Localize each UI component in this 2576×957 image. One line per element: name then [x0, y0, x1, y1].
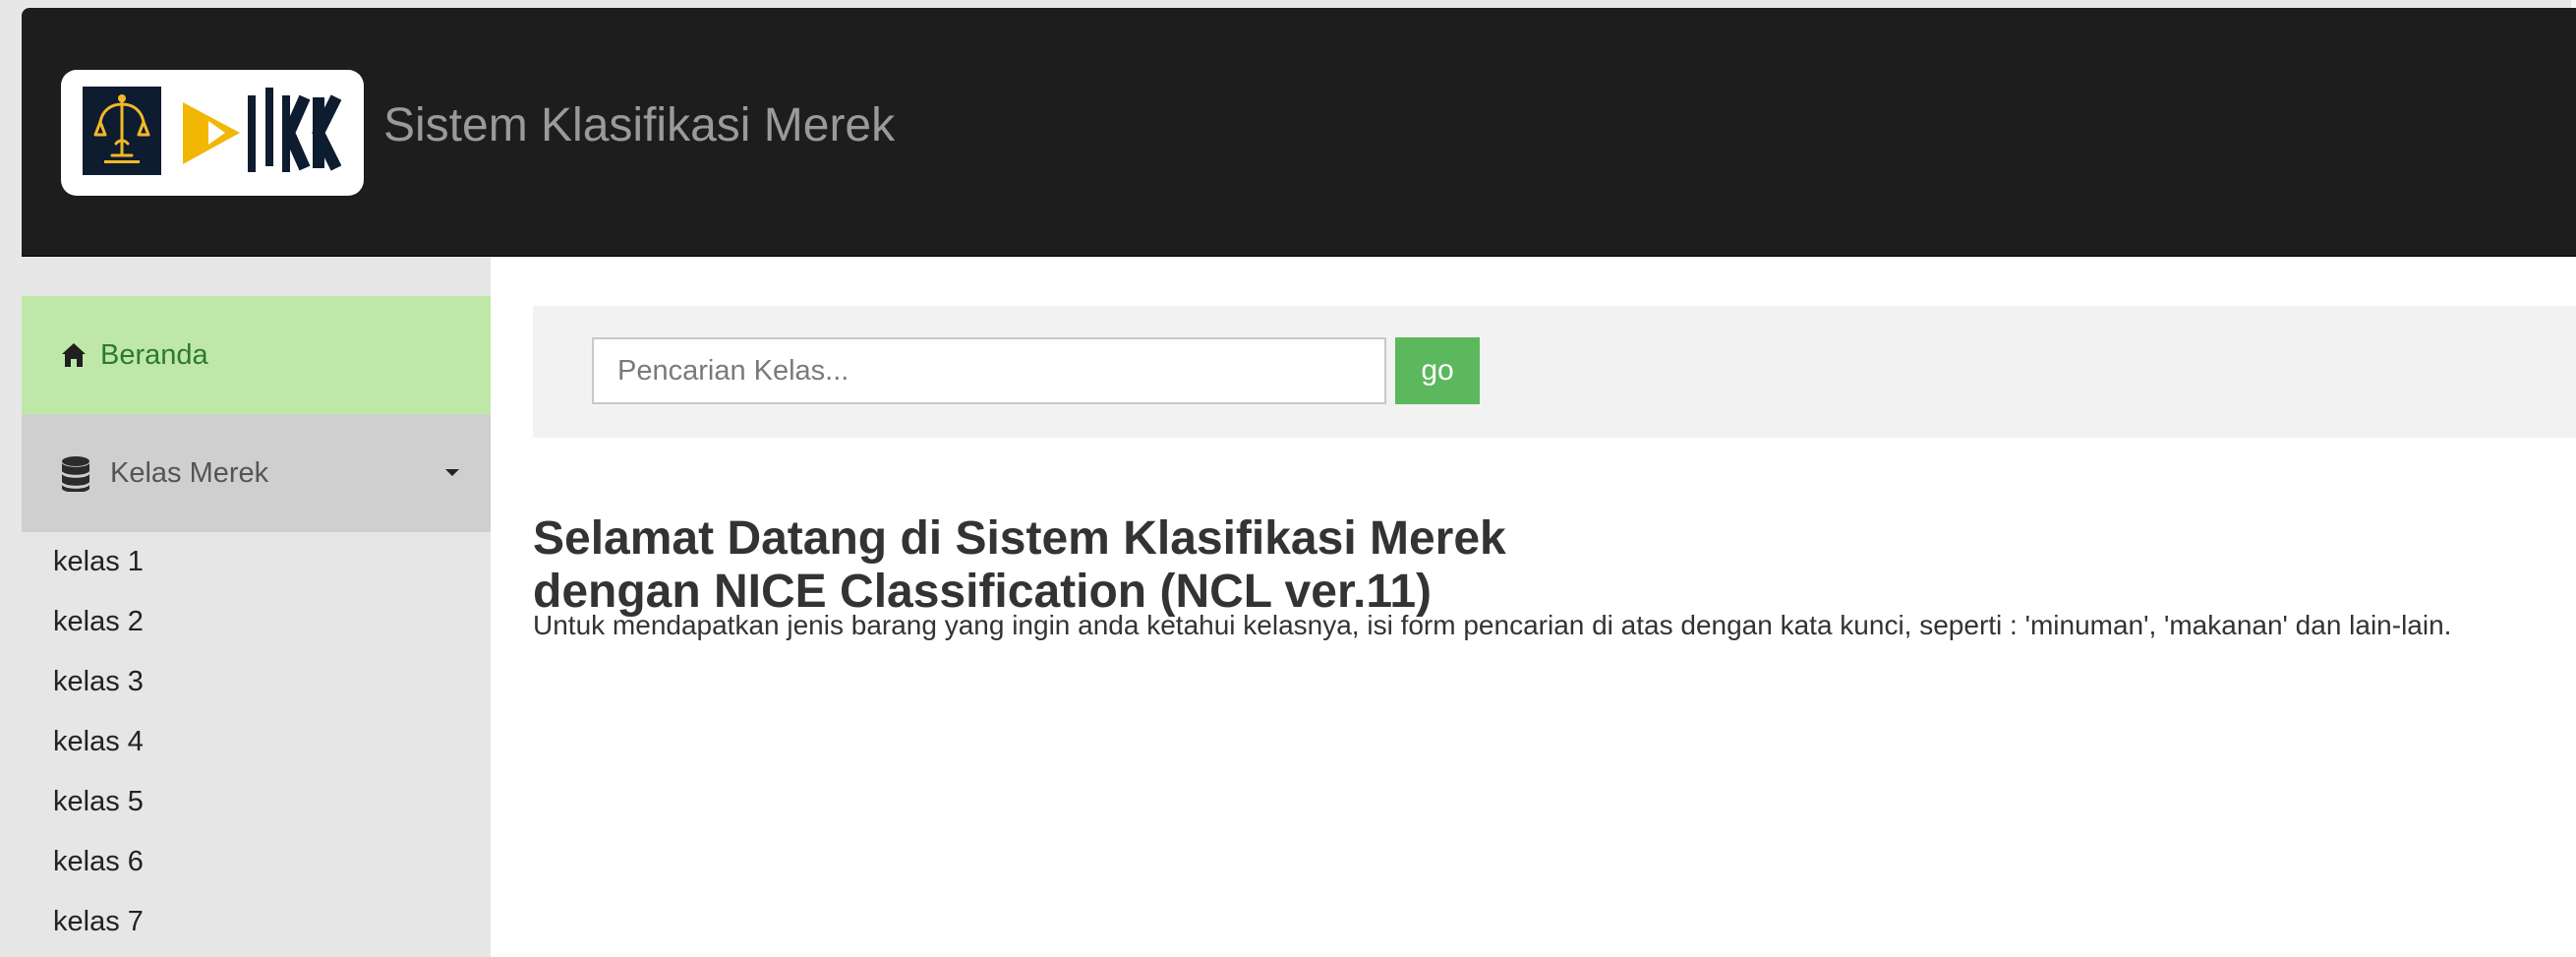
sidebar-item-kelas-7[interactable]: kelas 7 — [53, 892, 144, 952]
dji-logo[interactable] — [61, 70, 364, 196]
sidebar-item-kelas-2[interactable]: kelas 2 — [53, 592, 144, 652]
sidebar-item-kelas-6[interactable]: kelas 6 — [53, 832, 144, 892]
app-title[interactable]: Sistem Klasifikasi Merek — [383, 96, 895, 155]
ministry-emblem-icon — [83, 87, 161, 175]
home-icon — [62, 343, 86, 367]
page-title-line-1: Selamat Datang di Sistem Klasifikasi Mer… — [533, 512, 1506, 566]
sidebar-item-kelas-1[interactable]: kelas 1 — [53, 532, 144, 592]
database-icon — [62, 456, 89, 492]
sidebar: Beranda Kelas Merek kelas 1 kelas 2 kela… — [22, 257, 491, 957]
search-panel: go — [533, 306, 2576, 438]
search-help-text: Untuk mendapatkan jenis barang yang ingi… — [533, 610, 2452, 640]
top-navbar: Sistem Klasifikasi Merek — [22, 8, 2576, 257]
sidebar-item-kelas-merek[interactable]: Kelas Merek — [22, 414, 491, 532]
caret-down-icon[interactable] — [444, 468, 460, 478]
sidebar-item-kelas-5[interactable]: kelas 5 — [53, 772, 144, 832]
dji-wordmark-icon — [183, 88, 342, 172]
sidebar-item-label: Kelas Merek — [110, 457, 269, 489]
sidebar-item-kelas-3[interactable]: kelas 3 — [53, 652, 144, 712]
search-go-button[interactable]: go — [1395, 337, 1480, 404]
search-input[interactable] — [592, 337, 1386, 404]
sidebar-item-label: Beranda — [100, 339, 208, 371]
main-content: go Selamat Datang di Sistem Klasifikasi … — [491, 257, 2576, 957]
page-title: Selamat Datang di Sistem Klasifikasi Mer… — [533, 512, 1811, 619]
sidebar-item-kelas-4[interactable]: kelas 4 — [53, 712, 144, 772]
sidebar-item-beranda[interactable]: Beranda — [22, 296, 491, 414]
browser-page: Sistem Klasifikasi Merek Beranda Kelas M… — [22, 8, 2576, 957]
